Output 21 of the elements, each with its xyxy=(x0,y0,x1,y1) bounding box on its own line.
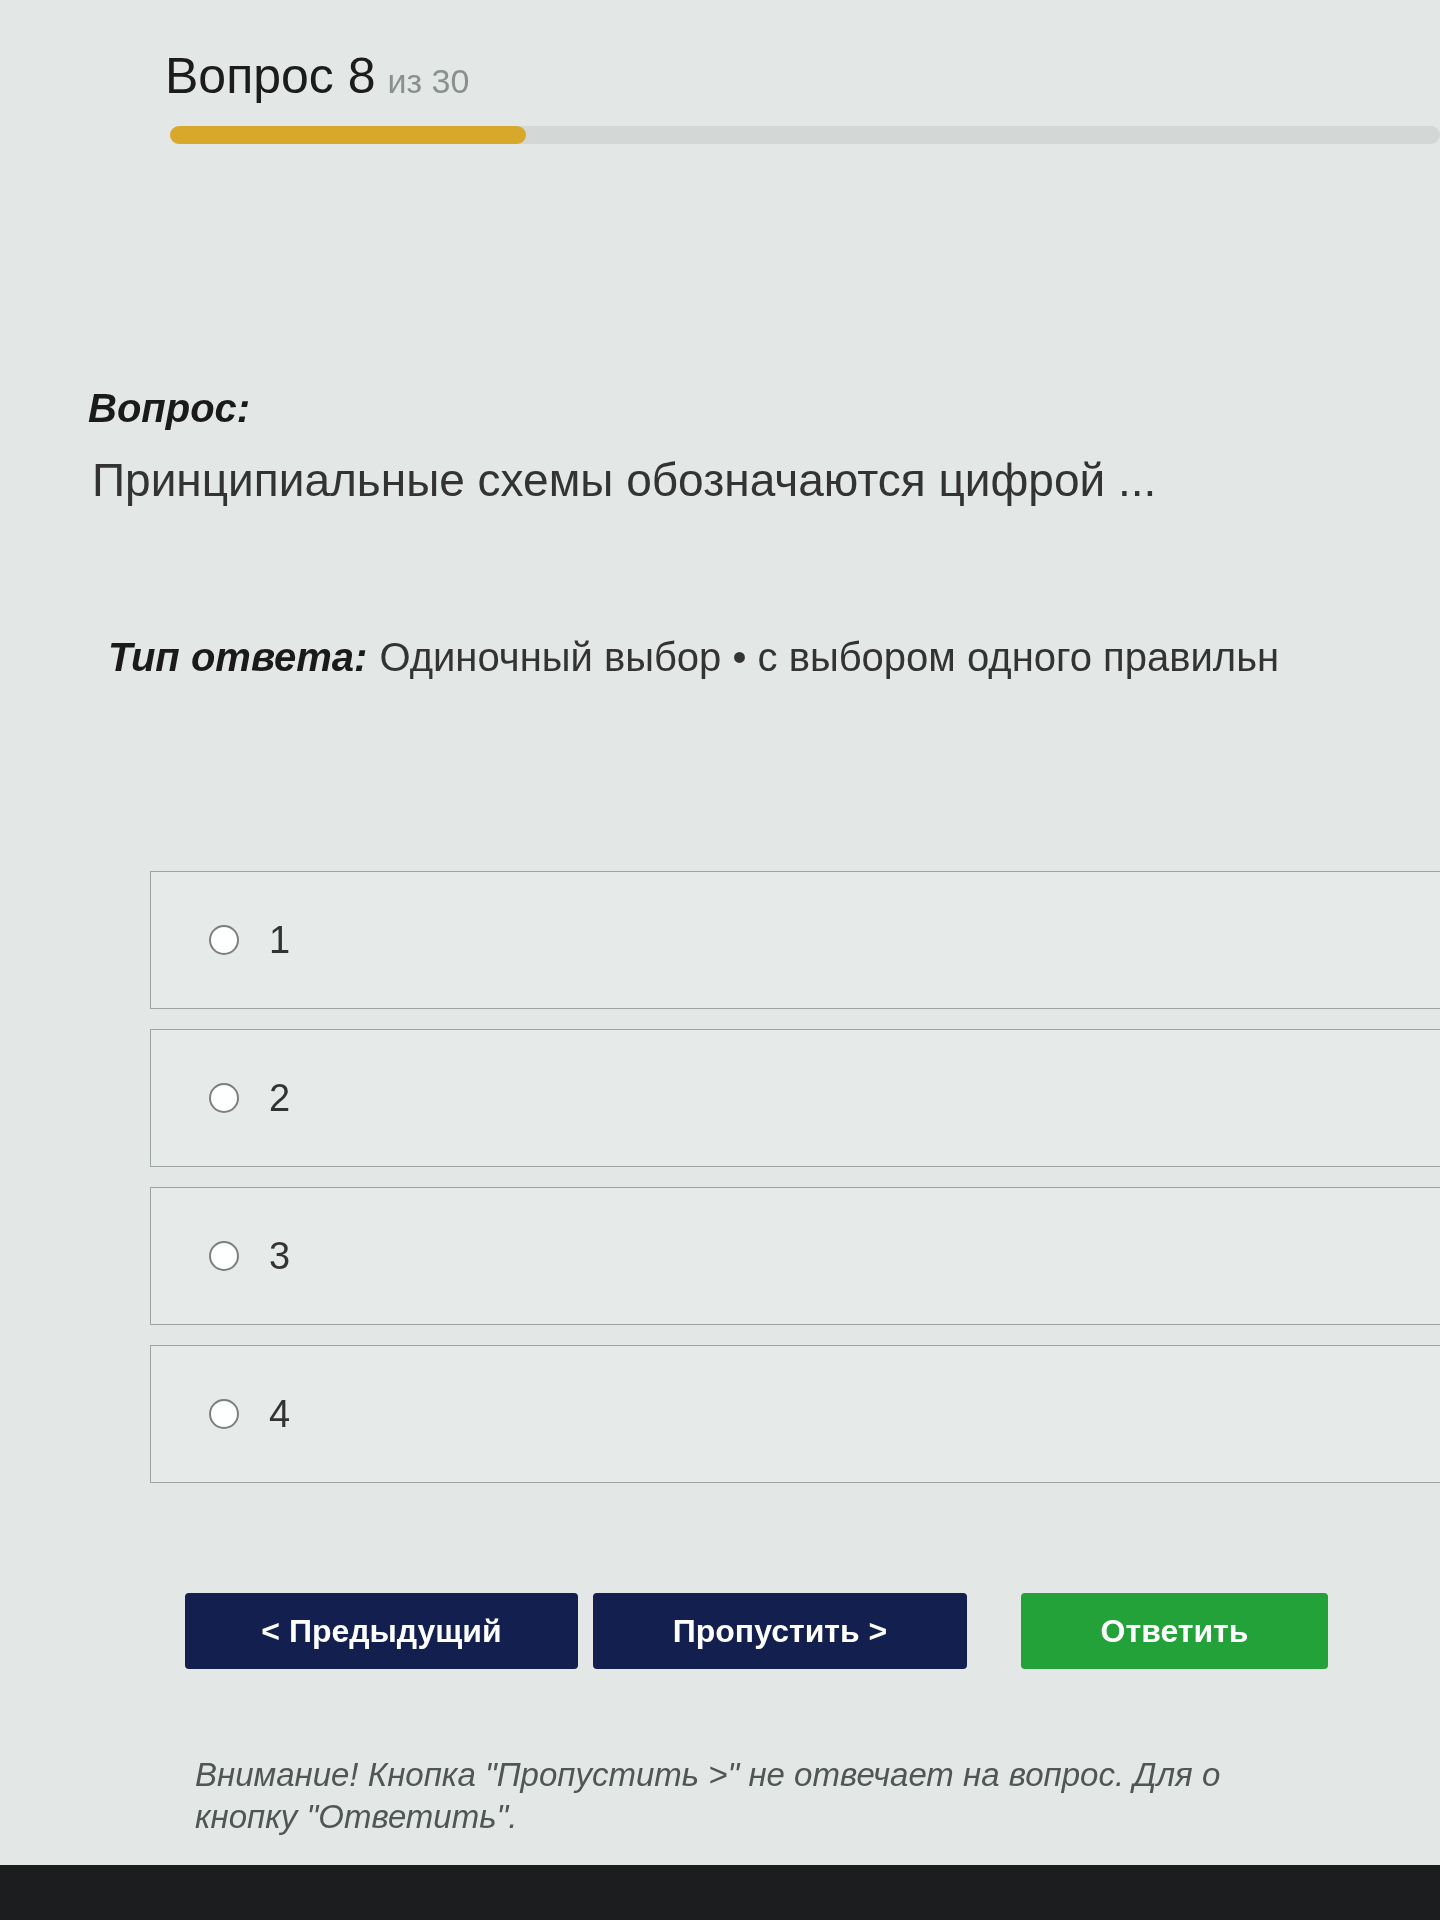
question-number-title: Вопрос 8 xyxy=(165,47,376,106)
option-label: 4 xyxy=(269,1392,291,1437)
question-text: Принципиальные схемы обозначаются цифрой ... xyxy=(92,453,1157,508)
radio-button[interactable] xyxy=(209,925,239,955)
answer-option[interactable]: 2 xyxy=(150,1029,1440,1167)
navigation-button[interactable]: < Предыдущий xyxy=(185,1593,578,1669)
option-label: 1 xyxy=(269,918,291,963)
radio-button[interactable] xyxy=(209,1241,239,1271)
answer-option[interactable]: 3 xyxy=(150,1187,1440,1325)
option-label: 3 xyxy=(269,1234,291,1279)
radio-button[interactable] xyxy=(209,1399,239,1429)
question-label: Вопрос: xyxy=(88,385,251,432)
warning-note: Внимание! Кнопка "Пропустить >" не отвечает на вопрос. Для о кнопку "Ответить". xyxy=(195,1755,1221,1837)
answer-option[interactable]: 4 xyxy=(150,1345,1440,1483)
option-label: 2 xyxy=(269,1076,291,1121)
navigation-button[interactable]: Пропустить > xyxy=(593,1593,967,1669)
question-counter: из 30 xyxy=(387,61,470,101)
answer-type-value: Одиночный выбор • с выбором одного правильн xyxy=(379,634,1280,681)
answer-type-label: Тип ответа: xyxy=(108,634,368,681)
radio-button[interactable] xyxy=(209,1083,239,1113)
answer-option[interactable]: 1 xyxy=(150,871,1440,1009)
